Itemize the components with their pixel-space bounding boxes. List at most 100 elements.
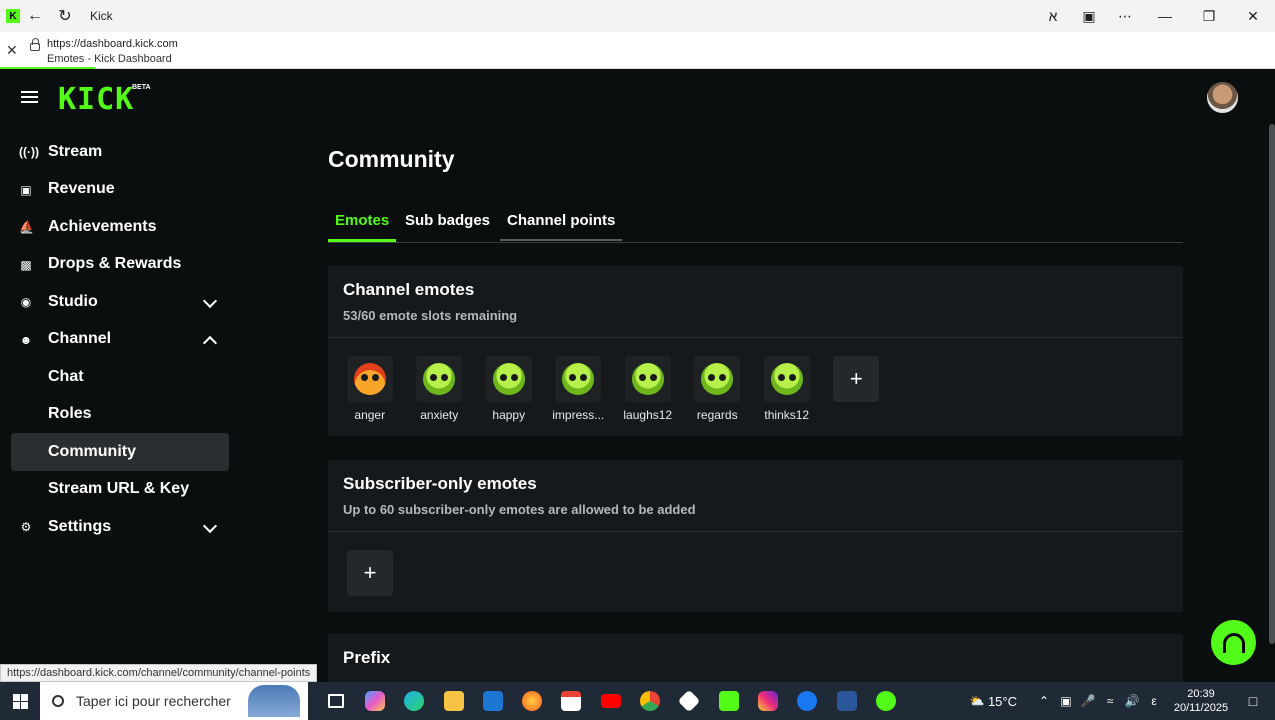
avatar[interactable] <box>1207 82 1238 113</box>
lock-icon[interactable] <box>30 38 40 51</box>
maximize-icon[interactable]: ❐ <box>1187 0 1231 32</box>
emote-item[interactable]: impress... <box>544 356 614 422</box>
regards-emote-icon <box>701 363 734 395</box>
add-subscriber-emote-button[interactable]: + <box>347 550 393 596</box>
language-icon[interactable]: ε <box>1143 694 1165 708</box>
emote-item[interactable]: anxiety <box>405 356 475 422</box>
chevron-down-icon[interactable] <box>202 293 218 309</box>
translate-icon[interactable]: א <box>1035 0 1071 32</box>
youtube-icon[interactable] <box>591 682 630 720</box>
notification-icon[interactable]: □ <box>1231 693 1275 709</box>
sidebar-item-community[interactable]: Community <box>11 433 229 471</box>
task-view-icon[interactable] <box>316 682 355 720</box>
kick-dashboard: KICK BETA ((·)) Stream ▣ Revenue ⛵ Achie… <box>0 69 1275 682</box>
sidebar-item-achievements[interactable]: ⛵ Achievements <box>0 208 240 246</box>
taskbar-search[interactable]: Taper ici pour rechercher <box>40 682 308 720</box>
wifi-icon[interactable]: ≈ <box>1099 694 1121 708</box>
chevron-up-icon[interactable] <box>202 335 218 350</box>
kick-logo[interactable]: KICK <box>58 82 134 117</box>
weather-icon[interactable]: ⛅ <box>966 694 988 708</box>
emote-slots-remaining: 53/60 emote slots remaining <box>343 308 518 323</box>
subscriber-emotes-card: Subscriber-only emotes Up to 60 subscrib… <box>328 460 1183 612</box>
sidebar-item-settings[interactable]: ⚙ Settings <box>0 508 240 546</box>
chevron-up-icon[interactable]: ⌃ <box>1033 694 1055 708</box>
chevron-down-icon[interactable] <box>202 518 218 534</box>
laughs-emote-icon <box>631 363 664 395</box>
sidebar-item-drops-rewards[interactable]: ▩ Drops & Rewards <box>0 246 240 284</box>
file-explorer-icon[interactable] <box>434 682 473 720</box>
tab-emotes[interactable]: Emotes <box>328 212 397 242</box>
copilot-icon[interactable] <box>355 682 394 720</box>
sidebar-item-stream-url-key[interactable]: Stream URL & Key <box>0 471 240 509</box>
minimize-icon[interactable]: — <box>1143 0 1187 32</box>
emote-label: anxiety <box>420 408 459 422</box>
back-icon[interactable]: ← <box>20 0 50 32</box>
emote-item[interactable]: thinks12 <box>752 356 822 422</box>
tab-sub-badges[interactable]: Sub badges <box>398 212 497 239</box>
sidebar-item-stream[interactable]: ((·)) Stream <box>0 133 240 171</box>
emote-item[interactable]: regards <box>683 356 753 422</box>
beta-badge: BETA <box>132 84 151 91</box>
clock-time: 20:39 <box>1187 688 1215 700</box>
sidebar-item-channel[interactable]: ☻ Channel <box>0 321 240 359</box>
tab-channel-points[interactable]: Channel points <box>500 212 623 241</box>
volume-icon[interactable]: 🔊 <box>1121 694 1143 708</box>
temperature[interactable]: 15°C <box>988 694 1017 709</box>
sidebar-item-label: Achievements <box>48 217 157 235</box>
firefox-icon[interactable] <box>512 682 551 720</box>
kick-app-icon[interactable] <box>709 682 748 720</box>
studio-icon: ◉ <box>20 295 32 309</box>
add-emote-button[interactable]: + <box>833 356 880 402</box>
scrollbar[interactable] <box>1269 124 1275 644</box>
meet-icon[interactable]: ▣ <box>1055 694 1077 708</box>
sidebar-item-label: Revenue <box>48 180 115 198</box>
kick-studio-icon[interactable] <box>866 682 905 720</box>
chrome-icon[interactable] <box>630 682 669 720</box>
address-bar[interactable]: ✕ https://dashboard.kick.com Emotes - Ki… <box>0 32 1275 69</box>
windows-start-button[interactable] <box>0 682 40 720</box>
edge-icon[interactable] <box>395 682 434 720</box>
emote-item[interactable]: laughs12 <box>613 356 683 422</box>
clock-date: 20/11/2025 <box>1173 702 1229 714</box>
anger-emote-icon <box>353 363 386 395</box>
card-title: Subscriber-only emotes <box>343 474 537 493</box>
prefix-card: Prefix <box>328 634 1183 682</box>
taskbar: Taper ici pour rechercher ⛅ 15°C ⌃ ▣ 🎤 ≈… <box>0 682 1275 720</box>
sidebar-item-roles[interactable]: Roles <box>0 396 240 434</box>
emote-list: anger anxiety happy impress... laughs12 … <box>335 356 891 422</box>
capcut-icon[interactable] <box>670 682 709 720</box>
gear-icon: ⚙ <box>20 520 32 534</box>
facebook-icon[interactable] <box>788 682 827 720</box>
menu-icon[interactable] <box>21 91 38 103</box>
sidebar-item-label: Studio <box>48 292 98 310</box>
emote-item[interactable]: anger <box>335 356 405 422</box>
sidebar-item-label: Roles <box>48 405 92 423</box>
clock[interactable]: 20:39 20/11/2025 <box>1171 687 1231 715</box>
instagram-icon[interactable] <box>748 682 787 720</box>
close-window-icon[interactable]: ✕ <box>1231 0 1275 32</box>
search-highlight-image <box>248 685 300 717</box>
gmail-icon[interactable] <box>552 682 591 720</box>
sidebar-item-chat[interactable]: Chat <box>0 358 240 396</box>
sidebar-item-label: Chat <box>48 367 84 385</box>
support-chat-button[interactable] <box>1211 620 1256 665</box>
sidebar-item-label: Community <box>48 442 136 460</box>
sidebar-item-studio[interactable]: ◉ Studio <box>0 283 240 321</box>
search-icon <box>52 695 64 707</box>
more-icon[interactable]: ⋯ <box>1107 0 1143 32</box>
trophy-icon: ⛵ <box>19 220 34 234</box>
store-icon[interactable] <box>473 682 512 720</box>
emote-label: thinks12 <box>764 408 810 422</box>
stop-loading-icon[interactable]: ✕ <box>6 42 18 59</box>
emote-item[interactable]: happy <box>474 356 544 422</box>
sidebar-item-label: Stream URL & Key <box>48 480 190 498</box>
anxiety-emote-icon <box>423 363 456 395</box>
sidebar-item-revenue[interactable]: ▣ Revenue <box>0 171 240 209</box>
reload-icon[interactable]: ↻ <box>50 0 80 32</box>
app-available-icon[interactable]: ▣ <box>1071 0 1107 32</box>
card-title: Prefix <box>343 648 391 667</box>
word-icon[interactable] <box>827 682 866 720</box>
emote-label: laughs12 <box>623 408 673 422</box>
address-url[interactable]: https://dashboard.kick.com <box>47 38 178 50</box>
microphone-icon[interactable]: 🎤 <box>1077 694 1099 708</box>
